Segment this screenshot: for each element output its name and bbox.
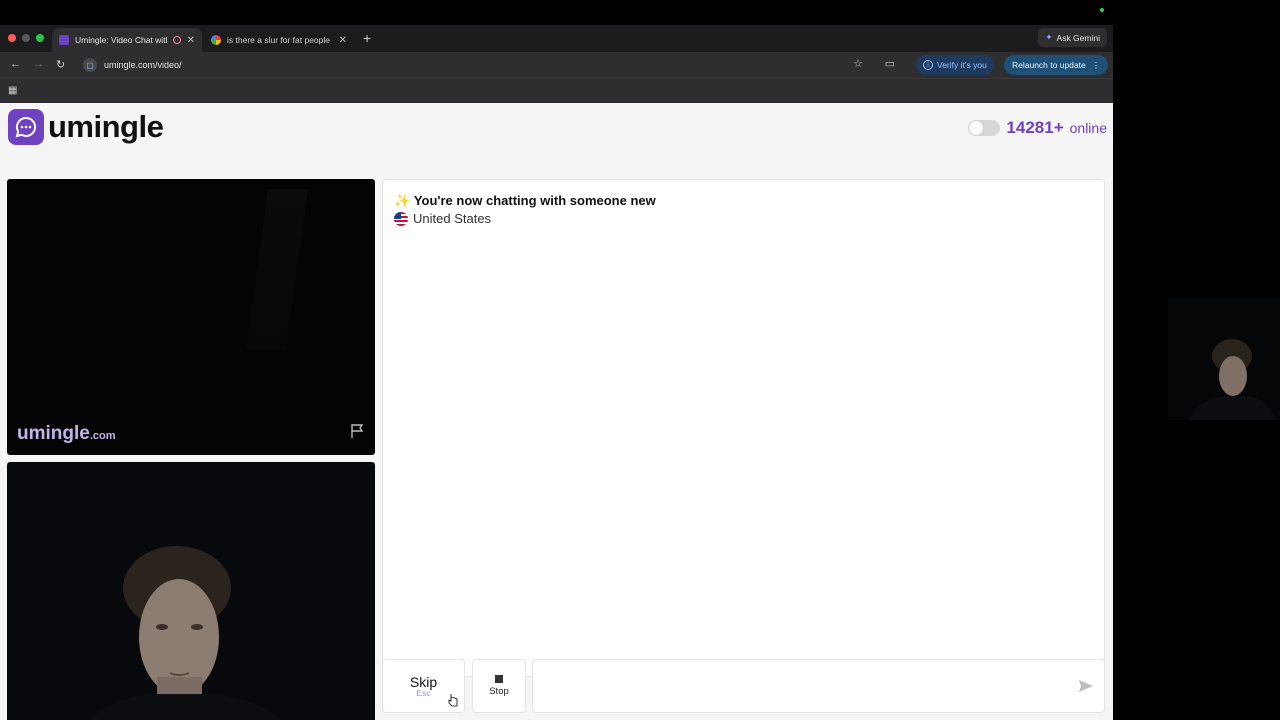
minimize-window-button[interactable] (22, 34, 30, 42)
overlay-camera-preview (1168, 298, 1280, 420)
logo-text: umingle (48, 109, 164, 144)
stop-button[interactable]: Stop (472, 659, 526, 713)
theme-toggle[interactable] (968, 120, 1001, 136)
stop-square-icon (495, 675, 503, 683)
close-tab-icon[interactable]: ✕ (187, 35, 195, 46)
close-tab-icon[interactable]: ✕ (339, 35, 347, 46)
cast-icon[interactable]: ▭ (885, 57, 895, 70)
address-bar[interactable]: ▢ umingle.com/video/ (79, 55, 869, 75)
online-label: online (1069, 120, 1107, 136)
stranger-location: United States (394, 211, 491, 226)
info-icon: i (923, 60, 933, 70)
tab-umingle[interactable]: Umingle: Video Chat with ✕ (52, 28, 202, 52)
tab-title: is there a slur for fat people - (227, 35, 333, 45)
send-icon[interactable] (1078, 679, 1094, 698)
screen: Umingle: Video Chat with ✕ is there a sl… (0, 0, 1280, 720)
site-info-icon[interactable]: ▢ (83, 58, 97, 72)
skip-shortcut: Esc (416, 688, 431, 698)
stranger-video: umingle.com (7, 179, 375, 455)
url-text: umingle.com/video/ (104, 60, 182, 70)
relaunch-button[interactable]: Relaunch to update ⋮ (1004, 55, 1109, 75)
new-tab-button[interactable]: + (363, 30, 371, 46)
relaunch-label: Relaunch to update (1012, 60, 1086, 70)
ask-gemini-label: Ask Gemini (1056, 32, 1100, 43)
reload-icon[interactable]: ↻ (56, 58, 65, 71)
hand-cursor-icon (448, 693, 458, 712)
tab-strip: Umingle: Video Chat with ✕ is there a sl… (0, 25, 1113, 52)
sparkle-icon: ✨ (394, 193, 411, 208)
video-watermark: umingle.com (17, 423, 116, 445)
umingle-favicon-icon (59, 35, 69, 45)
bookmark-star-icon[interactable]: ☆ (853, 57, 863, 70)
ask-gemini-button[interactable]: ✦ Ask Gemini (1038, 28, 1107, 47)
bookmarks-bar: ▦ (0, 78, 1113, 103)
message-input[interactable] (532, 659, 1105, 713)
stop-label: Stop (489, 686, 509, 697)
back-arrow-icon[interactable]: ← (10, 58, 21, 70)
dark-figure-shape (245, 189, 309, 349)
online-count: 14281+ (1006, 118, 1064, 137)
self-camera-figure (89, 546, 282, 720)
overlay-camera-figure (1188, 339, 1276, 420)
camera-indicator (1100, 8, 1104, 12)
gemini-sparkle-icon: ✦ (1045, 32, 1053, 42)
tab-google[interactable]: is there a slur for fat people - ✕ (204, 28, 354, 52)
report-flag-icon[interactable] (349, 422, 367, 445)
page-content: umingle 14281+ online umingle.com ✨ You'… (0, 104, 1113, 720)
maximize-window-button[interactable] (36, 34, 44, 42)
forward-arrow-icon[interactable]: → (33, 58, 44, 70)
watermark-suffix: .com (89, 430, 116, 442)
google-favicon-icon (211, 35, 221, 45)
online-indicator: 14281+ online (968, 118, 1107, 138)
location-text: United States (413, 211, 492, 226)
chat-bubble-logo-icon (8, 109, 44, 145)
verify-button[interactable]: i Verify it's you (916, 55, 994, 75)
us-flag-icon (394, 211, 408, 226)
chat-panel: ✨ You're now chatting with someone new U… (382, 179, 1105, 677)
self-video (7, 462, 375, 720)
system-message: ✨ You're now chatting with someone new (394, 193, 656, 209)
site-logo[interactable]: umingle (8, 109, 164, 145)
browser-toolbar: ← → ↻ ▢ umingle.com/video/ ☆ ▭ i Verify … (0, 52, 1113, 78)
toggle-knob (969, 121, 984, 135)
browser-window: Umingle: Video Chat with ✕ is there a sl… (0, 25, 1113, 720)
close-window-button[interactable] (8, 34, 16, 42)
watermark-main: umingle (17, 423, 90, 444)
more-menu-icon[interactable]: ⋮ (1092, 60, 1101, 71)
system-message-text: You're now chatting with someone new (413, 193, 656, 208)
apps-grid-icon[interactable]: ▦ (8, 85, 17, 96)
recording-icon (172, 36, 181, 44)
tab-title: Umingle: Video Chat with (75, 35, 167, 45)
verify-label: Verify it's you (937, 60, 987, 70)
